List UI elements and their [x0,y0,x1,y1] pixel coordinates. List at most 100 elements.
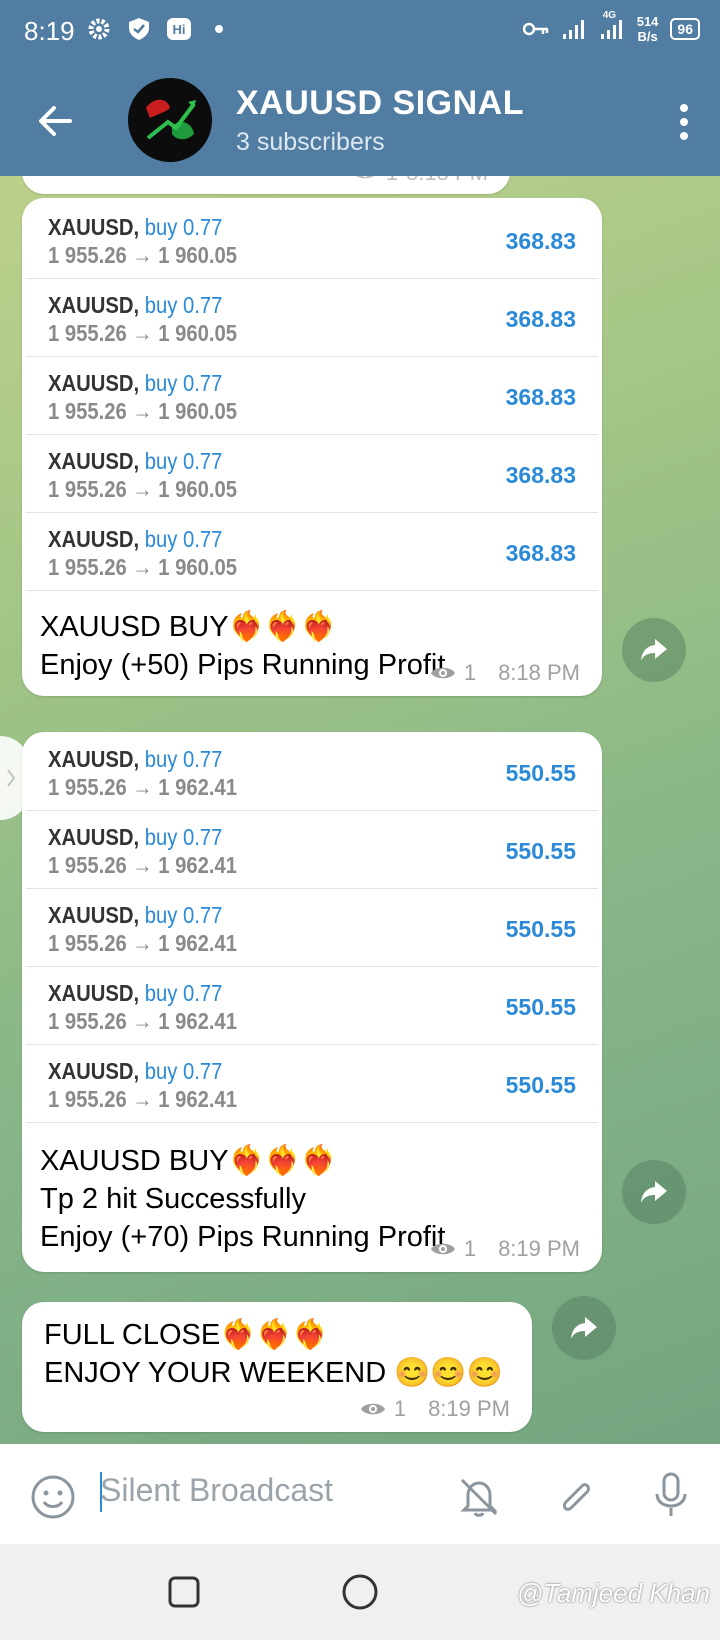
share-button[interactable] [622,1160,686,1224]
menu-button[interactable] [678,100,690,144]
trade-symbol: XAUUSD, [48,526,140,552]
message-text: FULL CLOSE❤️‍🔥❤️‍🔥❤️‍🔥 ENJOY YOUR WEEKEN… [44,1319,503,1389]
trade-prices: 1 955.26 → 1 962.41 [48,852,238,878]
trade-row: XAUUSD, buy 0.77 1 955.26 → 1 962.41 550… [26,1044,598,1123]
channel-title[interactable]: XAUUSD SIGNAL [236,84,524,123]
mute-bell-icon [460,1478,498,1517]
trade-side: buy 0.77 [144,1058,223,1084]
message-time: 8:19 PM [428,1396,510,1421]
chat-header: XAUUSD SIGNAL 3 subscribers [0,64,720,176]
signal-4g-icon: 4G [599,10,625,42]
share-icon [571,1317,597,1339]
trade-prices: 1 955.26 → 1 960.05 [48,476,238,502]
trade-symbol: XAUUSD, [48,902,140,928]
trade-prices: 1 955.26 → 1 962.41 [48,1008,238,1034]
home-icon [342,1574,378,1610]
message-bubble-partial: 1 8:18 PM [22,176,510,194]
message-bubble[interactable]: XAUUSD, buy 0.77 1 955.26 → 1 962.41 550… [22,732,602,1272]
net-speed: 514 B/s [636,14,659,44]
trade-profit: 550.55 [505,1072,576,1098]
trade-row: XAUUSD, buy 0.77 1 955.26 → 1 960.05 368… [26,434,598,513]
message-meta: 1 8:19 PM [360,1396,510,1422]
trade-side: buy 0.77 [144,214,223,240]
message-meta: 1 8:19 PM [430,1236,580,1262]
share-button[interactable] [552,1296,616,1360]
message-time: 8:19 PM [498,1236,580,1261]
trade-side: buy 0.77 [144,824,223,850]
share-button[interactable] [622,618,686,682]
trade-side: buy 0.77 [144,292,223,318]
trade-prices: 1 955.26 → 1 960.05 [48,398,238,424]
settings-icon [86,16,112,42]
trade-row: XAUUSD, buy 0.77 1 955.26 → 1 962.41 550… [26,732,598,811]
trade-prices: 1 955.26 → 1 960.05 [48,242,238,268]
message-bubble[interactable]: XAUUSD, buy 0.77 1 955.26 → 1 960.05 368… [22,198,602,696]
view-count: 1 [393,1396,407,1421]
trade-profit: 550.55 [505,760,576,786]
trade-symbol: XAUUSD, [48,1058,140,1084]
shield-icon [126,16,152,42]
emoji-button[interactable] [30,1474,76,1520]
back-arrow-icon [39,106,72,136]
battery-indicator: 96 [670,18,700,40]
trade-row: XAUUSD, buy 0.77 1 955.26 → 1 962.41 550… [26,966,598,1045]
trade-symbol: XAUUSD, [48,292,140,318]
trade-prices: 1 955.26 → 1 960.05 [48,554,238,580]
home-button[interactable] [340,1572,380,1612]
trade-row: XAUUSD, buy 0.77 1 955.26 → 1 962.41 550… [26,888,598,967]
trade-row: XAUUSD, buy 0.77 1 955.26 → 1 960.05 368… [26,278,598,357]
eye-icon [430,667,455,679]
avatar-logo-icon [128,78,212,162]
menu-dots-icon [680,104,688,140]
chat-area[interactable]: 1 8:18 PM XAUUSD, buy 0.77 1 955.26 → 1 … [0,176,720,1444]
message-input[interactable]: Silent Broadcast [100,1472,333,1509]
trade-profit: 368.83 [505,306,576,332]
trade-profit: 368.83 [505,540,576,566]
trade-row: XAUUSD, buy 0.77 1 955.26 → 1 960.05 368… [26,512,598,591]
trade-prices: 1 955.26 → 1 962.41 [48,930,238,956]
eye-icon [356,176,374,179]
message-meta: 1 8:18 PM [430,660,580,686]
trade-profit: 550.55 [505,838,576,864]
hi-icon: Hi [166,16,192,42]
signal-icon [561,16,587,42]
eye-icon [360,1403,385,1415]
share-icon [641,1181,667,1203]
trade-profit: 368.83 [505,228,576,254]
composer-bar: Silent Broadcast [0,1444,720,1544]
trade-row: XAUUSD, buy 0.77 1 955.26 → 1 960.05 368… [26,200,598,279]
mute-button[interactable] [456,1474,502,1520]
emoji-icon [31,1475,75,1519]
trade-symbol: XAUUSD, [48,448,140,474]
trade-profit: 550.55 [505,916,576,942]
trade-side: buy 0.77 [144,980,223,1006]
trade-profit: 550.55 [505,994,576,1020]
trade-symbol: XAUUSD, [48,824,140,850]
recents-button[interactable] [166,1574,202,1610]
attach-button[interactable] [552,1474,598,1520]
message-bubble[interactable]: FULL CLOSE❤️‍🔥❤️‍🔥❤️‍🔥 ENJOY YOUR WEEKEN… [22,1302,532,1432]
trade-prices: 1 955.26 → 1 962.41 [48,774,238,800]
trade-side: buy 0.77 [144,526,223,552]
trade-side: buy 0.77 [144,902,223,928]
channel-avatar[interactable] [128,78,212,162]
status-time: 8:19 [24,16,75,46]
notification-dot-icon [206,16,232,42]
trade-symbol: XAUUSD, [48,746,140,772]
subscriber-count: 3 subscribers [236,128,385,156]
trade-prices: 1 955.26 → 1 960.05 [48,320,238,346]
trade-symbol: XAUUSD, [48,370,140,396]
message-meta: 1 8:18 PM [352,176,488,186]
watermark: @Tamjeed Khan [516,1578,710,1608]
back-button[interactable] [34,100,76,142]
message-text: XAUUSD BUY❤️‍🔥❤️‍🔥❤️‍🔥 Enjoy (+50) Pips … [40,611,446,681]
chevron-right-icon [7,769,16,787]
trade-side: buy 0.77 [144,370,223,396]
status-bar: 8:19 Hi 4G 514 B/s 96 [0,0,720,64]
mic-button[interactable] [648,1470,694,1520]
trade-prices: 1 955.26 → 1 962.41 [48,1086,238,1112]
trade-side: buy 0.77 [144,448,223,474]
mic-icon [655,1472,687,1516]
message-time: 8:18 PM [498,660,580,685]
svg-text:Hi: Hi [173,22,186,37]
